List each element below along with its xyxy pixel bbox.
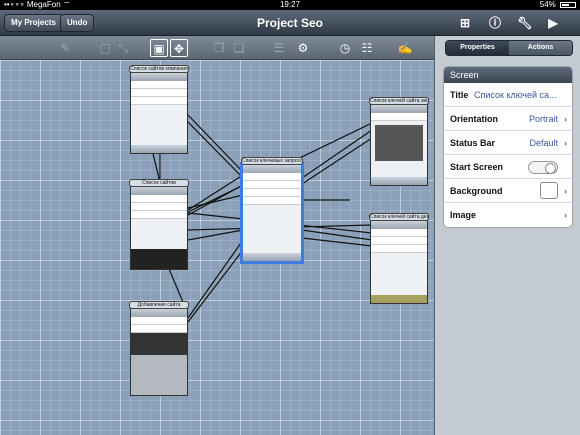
clock-label: 19:27 [279, 0, 301, 9]
title-value: Список ключей са... [474, 90, 557, 100]
chevron-right-icon: › [564, 138, 567, 148]
screen-label: Добавление сайта [129, 301, 189, 309]
start-screen-row: Start Screen [444, 155, 572, 179]
wrench-icon[interactable]: 🔧︎ [516, 14, 534, 32]
screen-thumbnail[interactable]: Список сайтов [129, 179, 189, 270]
screen-thumbnail[interactable]: Список ключей сайта действия [369, 213, 429, 304]
start-screen-key: Start Screen [450, 162, 504, 172]
editor-toolbar: ✎ ▢ ⤡ ▣ ✥ ❐ ❏ ☰ ⚙ ◷ ☷ ✍ [0, 36, 434, 60]
copy-icon[interactable]: ❐ [210, 39, 228, 57]
chevron-right-icon: › [564, 186, 567, 196]
screen-label: Список сайтов компания [129, 65, 189, 73]
screen-properties-group: Screen Title Список ключей са... Orienta… [443, 66, 573, 228]
info-icon[interactable]: ⓘ [486, 14, 504, 32]
screen-thumbnail[interactable]: Список ключей сайта эволюция [369, 97, 429, 186]
title-key: Title [450, 90, 469, 100]
settings-gear-icon[interactable]: ⚙ [294, 39, 312, 57]
orientation-row[interactable]: Orientation Portrait › [444, 107, 572, 131]
properties-panel: Properties Actions Screen Title Список к… [434, 36, 580, 435]
navigation-bar: My Projects Undo Project Seo ⊞ ⓘ 🔧︎ ▶ [0, 10, 580, 36]
pencil-icon[interactable]: ✎ [56, 39, 74, 57]
edit-note-icon[interactable]: ✍ [396, 39, 414, 57]
chevron-right-icon: › [564, 114, 567, 124]
background-color-swatch[interactable] [540, 182, 558, 199]
screen-label: Список ключей сайта действия [369, 213, 429, 221]
chevron-right-icon: › [564, 210, 567, 220]
battery-icon [560, 1, 576, 8]
tab-actions[interactable]: Actions [509, 41, 572, 55]
start-screen-toggle[interactable] [528, 161, 558, 174]
screen-label: Список сайтов [129, 179, 189, 187]
status-bar-key: Status Bar [450, 138, 496, 148]
clock-icon[interactable]: ◷ [336, 39, 354, 57]
play-icon[interactable]: ▶ [544, 14, 562, 32]
list-icon[interactable]: ☷ [358, 39, 376, 57]
section-header: Screen [444, 67, 572, 83]
selected-screen-thumbnail[interactable]: Список ключевых запросов [240, 157, 304, 264]
screen-thumbnail[interactable]: Список сайтов компания [129, 65, 189, 154]
image-key: Image [450, 210, 477, 220]
status-bar: ••∘∘∘ MegaFon ⌔ 19:27 54% [0, 0, 580, 10]
status-bar-row[interactable]: Status Bar Default › [444, 131, 572, 155]
screen-label: Список ключей сайта эволюция [369, 97, 429, 105]
move-arrows-icon[interactable]: ✥ [170, 39, 188, 57]
paste-icon[interactable]: ❏ [230, 39, 248, 57]
title-row[interactable]: Title Список ключей са... [444, 83, 572, 107]
fit-screen-icon[interactable]: ▣ [150, 39, 168, 57]
background-row[interactable]: Background › [444, 179, 572, 203]
align-icon[interactable]: ☰ [270, 39, 288, 57]
orientation-key: Orientation [450, 114, 499, 124]
background-key: Background [450, 186, 503, 196]
add-icon[interactable]: ⊞ [456, 14, 474, 32]
image-row[interactable]: Image › [444, 203, 572, 227]
keyboard-preview [131, 355, 187, 395]
storyboard-canvas[interactable]: Список сайтов компания Список сайтов Доб… [0, 60, 434, 435]
screen-label: Список ключевых запросов [241, 157, 303, 165]
transition-arrows [139, 99, 373, 323]
status-bar-value: Default [529, 138, 558, 148]
battery-indicator: 54% [540, 0, 576, 10]
panel-segmented-control: Properties Actions [445, 40, 573, 56]
orientation-value: Portrait [528, 114, 558, 124]
frame-icon[interactable]: ▢ [96, 39, 114, 57]
screen-thumbnail[interactable]: Добавление сайта [129, 301, 189, 396]
tab-properties[interactable]: Properties [446, 41, 509, 55]
battery-percent: 54% [539, 0, 556, 9]
resize-diagonal-icon[interactable]: ⤡ [114, 39, 132, 57]
